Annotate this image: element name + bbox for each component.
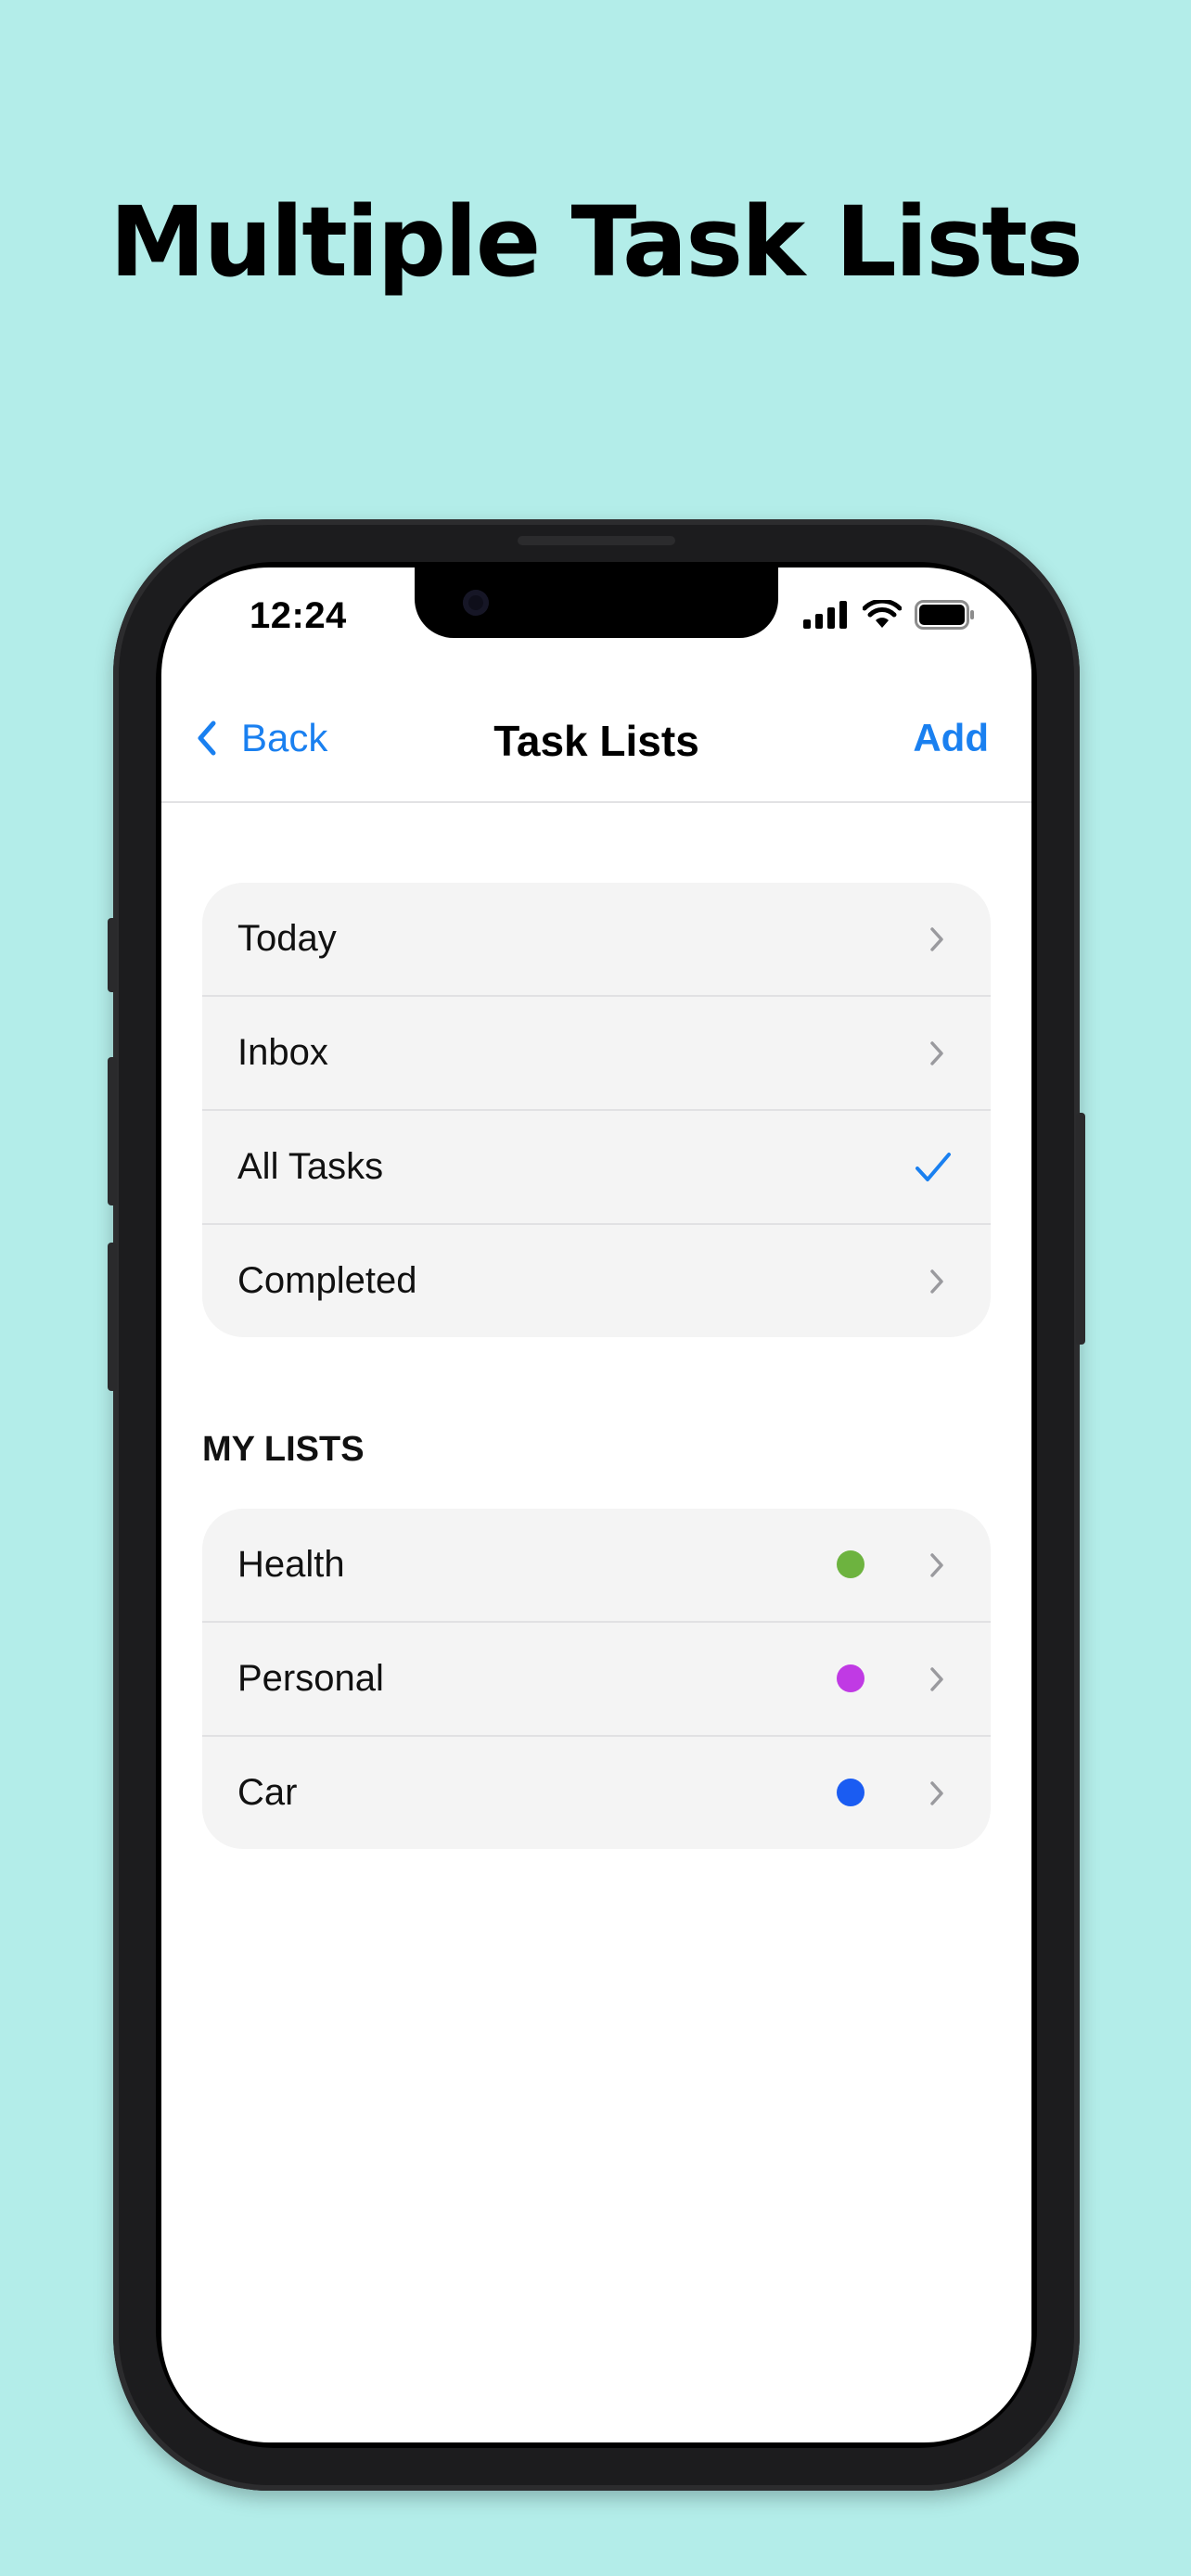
volume-down-button xyxy=(108,1243,117,1391)
headline: Multiple Task Lists xyxy=(109,185,1083,299)
phone-screen: 12:24 Back Task Lists Add Today Inbox Al… xyxy=(161,567,1031,2442)
list-item-label: Today xyxy=(237,918,337,959)
status-time: 12:24 xyxy=(250,595,347,636)
power-button xyxy=(1076,1113,1085,1345)
list-item-today[interactable]: Today xyxy=(202,883,991,997)
chevron-right-icon xyxy=(930,1553,943,1577)
list-item-personal[interactable]: Personal xyxy=(202,1623,991,1737)
list-item-label: Health xyxy=(237,1544,345,1585)
list-item-label: Car xyxy=(237,1772,298,1813)
list-item-label: All Tasks xyxy=(237,1146,384,1187)
my-lists-group: Health Personal Car xyxy=(202,1509,991,1849)
list-item-label: Inbox xyxy=(237,1032,328,1073)
chevron-left-icon xyxy=(198,721,216,756)
navigation-bar: Back Task Lists Add xyxy=(161,679,1031,803)
chevron-right-icon xyxy=(930,1781,943,1805)
notch xyxy=(415,567,778,638)
list-item-car[interactable]: Car xyxy=(202,1737,991,1849)
chevron-right-icon xyxy=(930,1041,943,1065)
battery-icon xyxy=(915,600,974,630)
volume-up-button xyxy=(108,1057,117,1205)
chevron-right-icon xyxy=(930,927,943,951)
chevron-right-icon xyxy=(930,1667,943,1691)
chevron-right-icon xyxy=(930,1269,943,1294)
front-camera xyxy=(463,590,489,616)
list-item-label: Personal xyxy=(237,1658,384,1699)
smart-lists-group: Today Inbox All Tasks Completed xyxy=(202,883,991,1337)
color-dot xyxy=(837,1664,864,1692)
list-item-label: Completed xyxy=(237,1260,417,1301)
list-item-completed[interactable]: Completed xyxy=(202,1225,991,1337)
mute-switch xyxy=(108,918,117,992)
back-label: Back xyxy=(241,716,328,759)
wifi-icon xyxy=(863,600,902,628)
status-icons xyxy=(803,599,976,631)
list-item-all-tasks[interactable]: All Tasks xyxy=(202,1111,991,1225)
cellular-signal-icon xyxy=(803,601,847,629)
add-button[interactable]: Add xyxy=(913,716,989,760)
section-header-my-lists: MY LISTS xyxy=(202,1430,365,1469)
list-item-health[interactable]: Health xyxy=(202,1509,991,1623)
color-dot xyxy=(837,1779,864,1806)
back-button[interactable]: Back xyxy=(197,716,327,760)
list-item-inbox[interactable]: Inbox xyxy=(202,997,991,1111)
color-dot xyxy=(837,1550,864,1578)
checkmark-icon xyxy=(916,1153,951,1181)
earpiece-speaker xyxy=(518,536,675,545)
